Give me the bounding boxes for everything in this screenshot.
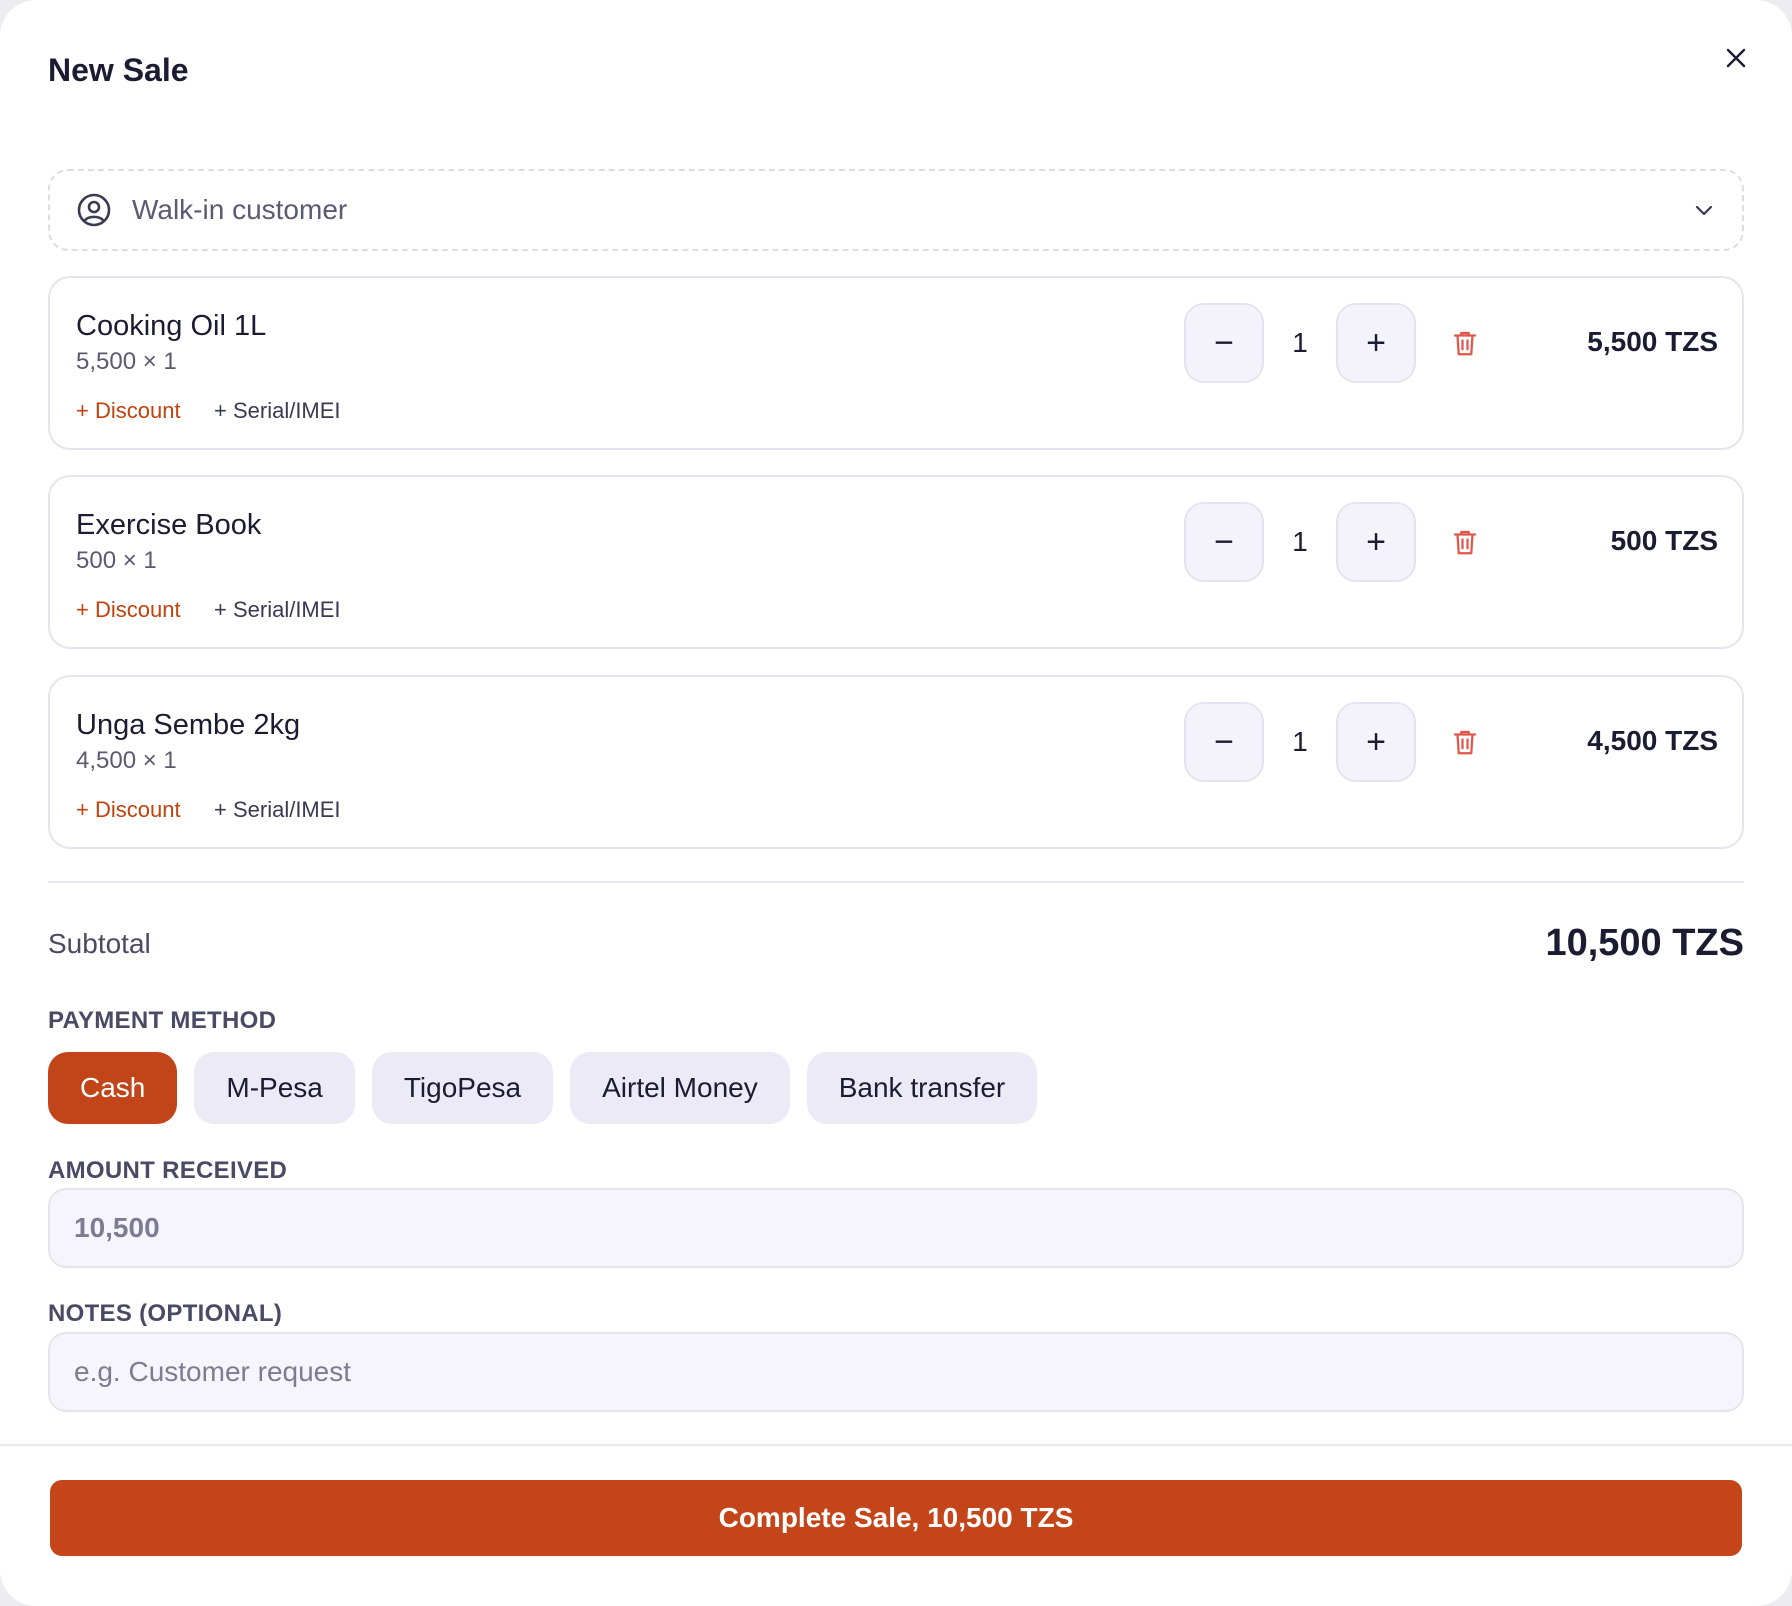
add-discount-link[interactable]: + Discount: [76, 398, 181, 424]
close-button[interactable]: [1716, 38, 1756, 78]
payment-method-options: Cash M-Pesa TigoPesa Airtel Money Bank t…: [48, 1052, 1038, 1124]
cart-item: Exercise Book 500 × 1 + Discount + Seria…: [48, 475, 1744, 649]
item-line-total: 4,500 TZS: [1587, 725, 1718, 756]
cart-item: Unga Sembe 2kg 4,500 × 1 + Discount + Se…: [48, 675, 1744, 849]
item-name: Exercise Book: [76, 509, 262, 541]
notes-input[interactable]: [48, 1332, 1744, 1412]
increase-quantity-button[interactable]: +: [1336, 702, 1416, 782]
item-line-total: 500 TZS: [1610, 525, 1718, 556]
payment-option-mpesa[interactable]: M-Pesa: [194, 1052, 355, 1124]
decrease-quantity-button[interactable]: −: [1184, 502, 1264, 582]
decrease-quantity-button[interactable]: −: [1184, 702, 1264, 782]
payment-option-tigopesa[interactable]: TigoPesa: [371, 1052, 554, 1124]
subtotal-label: Subtotal: [48, 928, 151, 959]
cart-item: Cooking Oil 1L 5,500 × 1 + Discount + Se…: [48, 276, 1744, 450]
new-sale-dialog: New Sale Walk-in customer Cooking Oil 1L…: [0, 0, 1792, 1606]
quantity-value: 1: [1292, 726, 1308, 757]
payment-option-bank-transfer[interactable]: Bank transfer: [806, 1052, 1038, 1124]
item-unit-price: 5,500 × 1: [76, 348, 177, 375]
notes-label: NOTES (OPTIONAL): [48, 1300, 283, 1327]
close-icon: [1726, 48, 1746, 68]
add-serial-link[interactable]: + Serial/IMEI: [214, 797, 341, 823]
amount-received-label: AMOUNT RECEIVED: [48, 1157, 288, 1184]
customer-select-label: Walk-in customer: [132, 194, 348, 225]
customer-select[interactable]: Walk-in customer: [48, 169, 1744, 251]
quantity-value: 1: [1292, 327, 1308, 358]
item-name: Cooking Oil 1L: [76, 310, 267, 342]
summary-divider: [48, 881, 1744, 883]
chevron-down-icon: [1695, 205, 1713, 216]
increase-quantity-button[interactable]: +: [1336, 502, 1416, 582]
item-unit-price: 500 × 1: [76, 547, 157, 574]
subtotal-value: 10,500 TZS: [1545, 922, 1744, 964]
amount-received-input[interactable]: [48, 1188, 1744, 1268]
add-discount-link[interactable]: + Discount: [76, 797, 181, 823]
trash-icon[interactable]: [1450, 527, 1480, 557]
item-unit-price: 4,500 × 1: [76, 747, 177, 774]
payment-option-airtel-money[interactable]: Airtel Money: [570, 1052, 790, 1124]
add-serial-link[interactable]: + Serial/IMEI: [214, 398, 341, 424]
footer-divider: [0, 1444, 1792, 1446]
add-discount-link[interactable]: + Discount: [76, 597, 181, 623]
decrease-quantity-button[interactable]: −: [1184, 303, 1264, 383]
payment-method-label: PAYMENT METHOD: [48, 1007, 277, 1034]
quantity-value: 1: [1292, 526, 1308, 557]
user-circle-icon: [77, 193, 111, 227]
complete-sale-button[interactable]: Complete Sale, 10,500 TZS: [50, 1480, 1742, 1556]
payment-option-cash[interactable]: Cash: [48, 1052, 178, 1124]
item-name: Unga Sembe 2kg: [76, 709, 301, 741]
add-serial-link[interactable]: + Serial/IMEI: [214, 597, 341, 623]
item-line-total: 5,500 TZS: [1587, 326, 1718, 357]
dialog-title: New Sale: [48, 52, 189, 88]
increase-quantity-button[interactable]: +: [1336, 303, 1416, 383]
trash-icon[interactable]: [1450, 727, 1480, 757]
trash-icon[interactable]: [1450, 328, 1480, 358]
